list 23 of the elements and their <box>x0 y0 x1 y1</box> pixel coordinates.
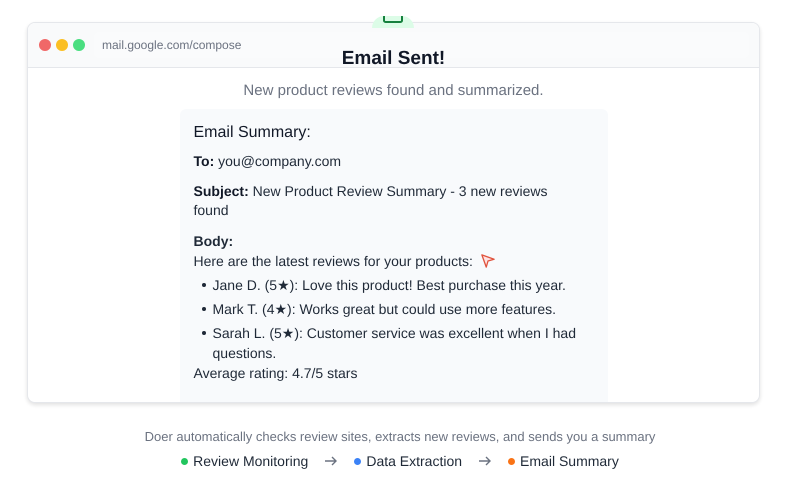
body-intro: Here are the latest reviews for your products: <box>194 252 473 271</box>
minimize-icon[interactable] <box>56 39 68 51</box>
maximize-icon[interactable] <box>73 39 85 51</box>
email-field: Subject: New Product Review Summary - 3 new reviews found <box>194 182 578 220</box>
review-text: Sarah L. (5★): Customer service was excellent when I had questions. <box>212 324 577 363</box>
summary-title: Email Summary: <box>194 124 312 142</box>
arrow-icon <box>324 456 338 466</box>
bullet-icon <box>202 331 206 335</box>
close-icon[interactable] <box>39 39 51 51</box>
step-label: Email Summary <box>520 453 619 469</box>
arrow-icon <box>478 456 492 466</box>
caption-text: Doer automatically checks review sites, extracts new reviews, and sends you a summary <box>144 429 656 444</box>
bullet-icon <box>202 307 206 311</box>
cursor-icon <box>480 254 495 268</box>
step-label: Review Monitoring <box>193 453 308 469</box>
step-label: Data Extraction <box>366 453 462 469</box>
review-text: Mark T. (4★): Works great but could use more features. <box>212 300 556 319</box>
email-field: To: you@company.com <box>194 152 578 171</box>
review-text: Jane D. (5★): Love this product! Best purchase this year. <box>212 276 566 295</box>
subtitle-text: New product reviews found and summarized. <box>243 82 544 99</box>
body-label: Body: <box>194 232 234 251</box>
average-rating: Average rating: 4.7/5 stars <box>194 364 358 383</box>
bullet-icon <box>202 283 206 287</box>
